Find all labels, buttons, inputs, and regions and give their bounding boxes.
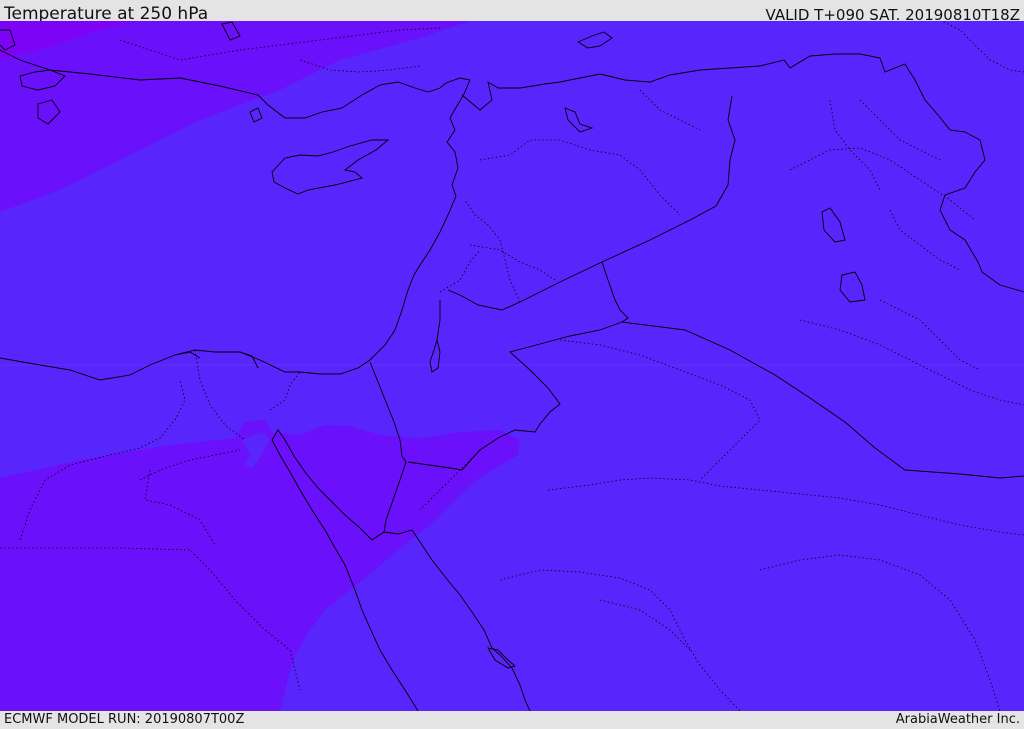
weather-map: [0, 21, 1024, 711]
title-bar: Temperature at 250 hPa VALID T+090 SAT. …: [0, 0, 1024, 24]
model-run-label: ECMWF MODEL RUN: 20190807T00Z: [4, 712, 245, 727]
credit-label: ArabiaWeather Inc.: [895, 712, 1020, 727]
footer-bar: ECMWF MODEL RUN: 20190807T00Z ArabiaWeat…: [0, 711, 1024, 729]
